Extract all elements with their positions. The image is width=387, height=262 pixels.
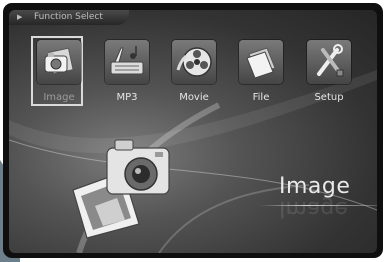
menu-label: Setup [314, 92, 344, 103]
function-select-screen: ▶ Function Select Image MP3 Movie File S… [9, 10, 377, 253]
menu-label: File [252, 92, 270, 103]
menu-label: Movie [179, 92, 209, 103]
title-underline [259, 205, 377, 206]
menu-item-image[interactable]: Image [29, 36, 89, 110]
menu-label: MP3 [116, 92, 138, 103]
menu-item-setup[interactable]: Setup [299, 36, 359, 110]
menu-item-file[interactable]: File [231, 36, 291, 110]
current-mode-reflection: Image [279, 196, 348, 221]
file-icon [246, 47, 276, 79]
tv-screen-frame: ▶ Function Select Image MP3 Movie File S… [3, 3, 383, 258]
tools-icon [317, 44, 344, 77]
menu-item-movie[interactable]: Movie [164, 36, 224, 110]
image-icon [44, 47, 74, 75]
title-bar: ▶ Function Select [9, 10, 129, 25]
screen-title: Function Select [34, 12, 103, 22]
camera-illustration-icon [72, 139, 170, 239]
menu-label: Image [43, 92, 75, 103]
film-reel-icon [176, 47, 212, 77]
arrow-right-icon: ▶ [17, 13, 23, 21]
menu-item-mp3[interactable]: MP3 [97, 36, 157, 110]
music-icon [110, 46, 144, 75]
